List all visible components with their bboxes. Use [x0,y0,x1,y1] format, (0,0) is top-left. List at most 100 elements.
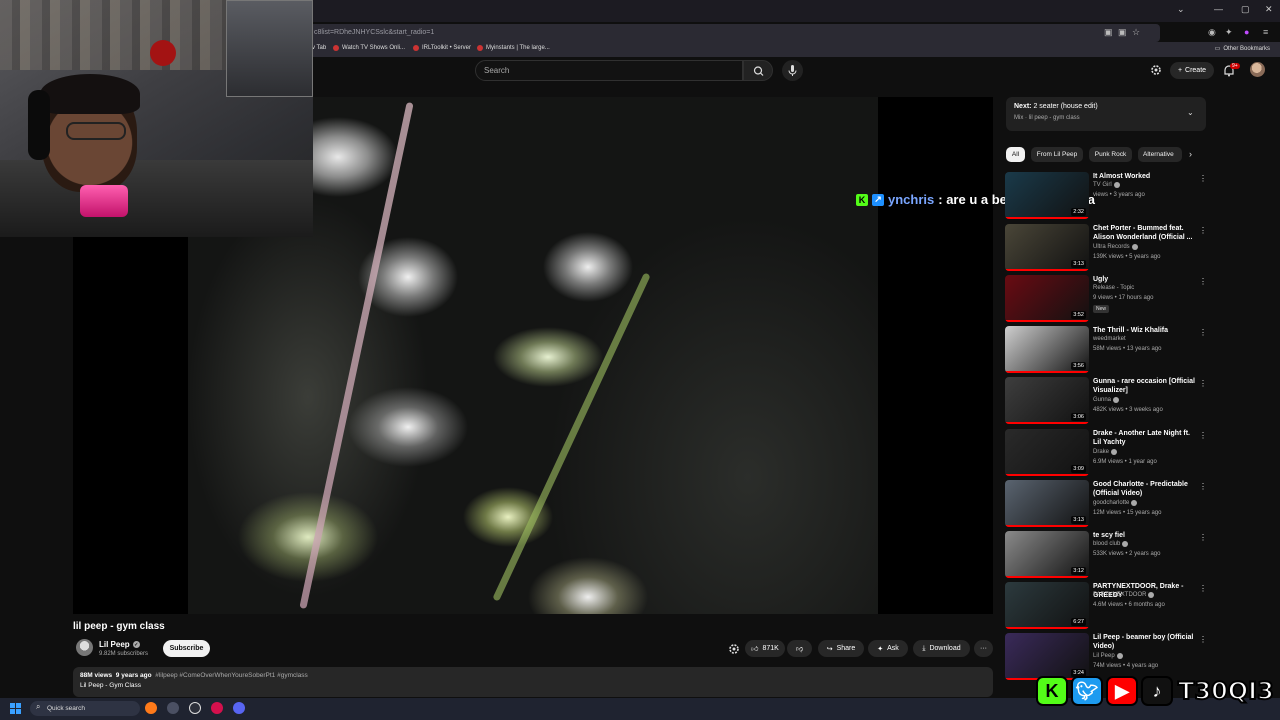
video-thumbnail[interactable]: 3:13 [1005,224,1089,271]
recommendation-channel[interactable]: TV Girl [1093,182,1120,188]
other-bookmarks[interactable]: ▭ Other Bookmarks [1215,45,1270,53]
video-thumbnail[interactable]: 3:13 [1005,480,1089,527]
firefox-icon[interactable] [145,702,157,714]
recommendation-channel[interactable]: PARTYNEXTDOOR [1093,592,1155,598]
video-thumbnail[interactable]: 3:06 [1005,377,1089,424]
chevron-right-icon[interactable]: › [1189,149,1192,159]
more-vertical-icon[interactable]: ⋮ [1199,635,1207,644]
recommendation-channel[interactable]: Gunna [1093,397,1120,403]
menu-icon[interactable]: ≡ [1263,27,1268,37]
recommendation-channel[interactable]: Ultra Records [1093,244,1138,250]
windows-start-icon[interactable] [10,703,21,714]
recommendation-item[interactable]: 6:27 PARTYNEXTDOOR, Drake - GREEDY PARTYNE… [1005,582,1215,630]
video-thumbnail[interactable]: 3:24 [1005,633,1089,680]
recommendation-channel[interactable]: weedmarket [1093,336,1126,342]
taskbar-search[interactable]: Quick search [30,701,140,716]
recommendation-title[interactable]: It Almost Worked [1093,172,1199,181]
recommendation-title[interactable]: Lil Peep - beamer boy (Official Video) [1093,633,1199,651]
recommendation-item[interactable]: 3:56 The Thrill - Wiz Khalifa weedmarket 58… [1005,326,1215,374]
channel-avatar[interactable] [76,639,93,656]
url-bar[interactable]: c8list=RDheJNHYCSslc&start_radio=1 [300,24,1160,42]
account-icon[interactable]: ◉ [1208,27,1216,38]
recommendation-item[interactable]: 3:13 Good Charlotte - Predictable (Offici… [1005,480,1215,528]
create-button[interactable]: + Create [1170,62,1214,79]
search-button[interactable] [743,60,773,81]
search-input[interactable]: Search [475,60,743,81]
recommendation-title[interactable]: Ugly [1093,275,1199,284]
chip-all[interactable]: All [1006,147,1025,162]
recommendation-item[interactable]: 3:52 Ugly Release - Topic 9 views • 17 hour… [1005,275,1215,323]
chip-punk-rock[interactable]: Punk Rock [1089,147,1132,162]
channel-label: weedmarket [1093,336,1126,342]
recommendation-channel[interactable]: goodcharlotte [1093,500,1138,506]
more-vertical-icon[interactable]: ⋮ [1199,328,1207,337]
video-thumbnail[interactable]: 3:12 [1005,531,1089,578]
recommendation-channel[interactable]: Drake [1093,449,1118,455]
more-vertical-icon[interactable]: ⋮ [1199,533,1207,542]
recommendation-item[interactable]: 2:32 It Almost Worked TV Girl views • 3 yea… [1005,172,1215,220]
more-vertical-icon[interactable]: ⋮ [1199,174,1207,183]
bookmark-myinstants[interactable]: Myinstants | The large... [477,45,550,51]
video-thumbnail[interactable]: 2:32 [1005,172,1089,219]
recommendation-channel[interactable]: Release - Topic [1093,285,1134,291]
profile-icon[interactable]: ● [1244,27,1249,37]
recommendation-item[interactable]: 3:12 te scy fiel blood club 533K views • 2 … [1005,531,1215,579]
more-vertical-icon[interactable]: ⋮ [1199,431,1207,440]
app-icon[interactable] [167,702,179,714]
recommendation-title[interactable]: Chet Porter - Bummed feat. Alison Wonder… [1093,224,1199,242]
maximize-icon[interactable]: ▢ [1241,4,1250,15]
video-thumbnail[interactable]: 3:56 [1005,326,1089,373]
extension-icon[interactable]: ▣ [1104,27,1113,38]
video-thumbnail[interactable]: 3:52 [1005,275,1089,322]
chip-from-lil-peep[interactable]: From Lil Peep [1031,147,1083,162]
channel-name[interactable]: Lil Peep ✓ [99,640,140,649]
chip-alternative[interactable]: Alternative [1138,147,1182,162]
settings-gear-icon[interactable] [1150,64,1162,76]
download-button[interactable]: ⤓ Download [913,640,970,657]
gear-icon[interactable] [728,643,740,655]
tab-list-chevron-icon[interactable]: ⌄ [1177,4,1185,15]
recommendation-title[interactable]: Drake - Another Late Night ft. Lil Yacht… [1093,429,1199,447]
voice-search-button[interactable] [782,60,803,81]
recommendation-title[interactable]: te scy fiel [1093,531,1199,540]
share-button[interactable]: ↪ Share [818,640,864,657]
bookmark-irltoolkit[interactable]: IRLToolkit • Server [413,45,471,51]
more-vertical-icon[interactable]: ⋮ [1199,379,1207,388]
bookmark-star-icon[interactable]: ☆ [1132,27,1140,38]
ask-button[interactable]: ✦ Ask [868,640,908,657]
recommendation-item[interactable]: 3:06 Gunna - rare occasion [Official Visu… [1005,377,1215,425]
more-vertical-icon[interactable]: ⋮ [1199,226,1207,235]
bookmark-new-tab[interactable]: v Tab [312,45,326,51]
more-vertical-icon[interactable]: ⋮ [1199,482,1207,491]
hashtags[interactable]: #lilpeep #ComeOverWhenYoureSoberPt1 #gym… [155,672,308,679]
screenshot-icon[interactable]: ▣ [1118,27,1127,38]
minimize-icon[interactable]: — [1214,4,1223,14]
close-window-icon[interactable]: ✕ [1265,4,1273,15]
like-button[interactable]: 👍︎ 871K [745,640,785,657]
app-icon[interactable] [211,702,223,714]
recommendation-item[interactable]: 3:24 Lil Peep - beamer boy (Official Vide… [1005,633,1215,681]
more-vertical-icon[interactable]: ⋮ [1199,277,1207,286]
recommendation-channel[interactable]: blood club [1093,541,1129,547]
extensions-puzzle-icon[interactable]: ✦ [1225,27,1233,38]
recommendation-channel[interactable]: Lil Peep [1093,653,1123,659]
subscribe-button[interactable]: Subscribe [163,640,210,657]
more-actions-button[interactable]: ··· [974,640,993,657]
recommendation-title[interactable]: Good Charlotte - Predictable (Official V… [1093,480,1199,498]
recommendation-item[interactable]: 3:09 Drake - Another Late Night ft. Lil Y… [1005,429,1215,477]
recommendation-item[interactable]: 3:13 Chet Porter - Bummed feat. Alison Wo… [1005,224,1215,272]
obs-icon[interactable] [189,702,201,714]
channel-name-text: Lil Peep [99,640,130,649]
bookmark-watch-tv[interactable]: Watch TV Shows Onli... [333,45,405,51]
dislike-button[interactable]: 👎︎ [787,640,812,657]
recommendation-title[interactable]: Gunna - rare occasion [Official Visualiz… [1093,377,1199,395]
recommendation-title[interactable]: The Thrill - Wiz Khalifa [1093,326,1199,335]
user-avatar[interactable] [1250,62,1265,77]
more-vertical-icon[interactable]: ⋮ [1199,584,1207,593]
flower-stem [299,101,414,610]
video-thumbnail[interactable]: 6:27 [1005,582,1089,629]
chevron-down-icon[interactable]: ⌄ [1187,108,1194,117]
video-thumbnail[interactable]: 3:09 [1005,429,1089,476]
download-icon: ⤓ [922,644,926,652]
discord-icon[interactable] [233,702,245,714]
